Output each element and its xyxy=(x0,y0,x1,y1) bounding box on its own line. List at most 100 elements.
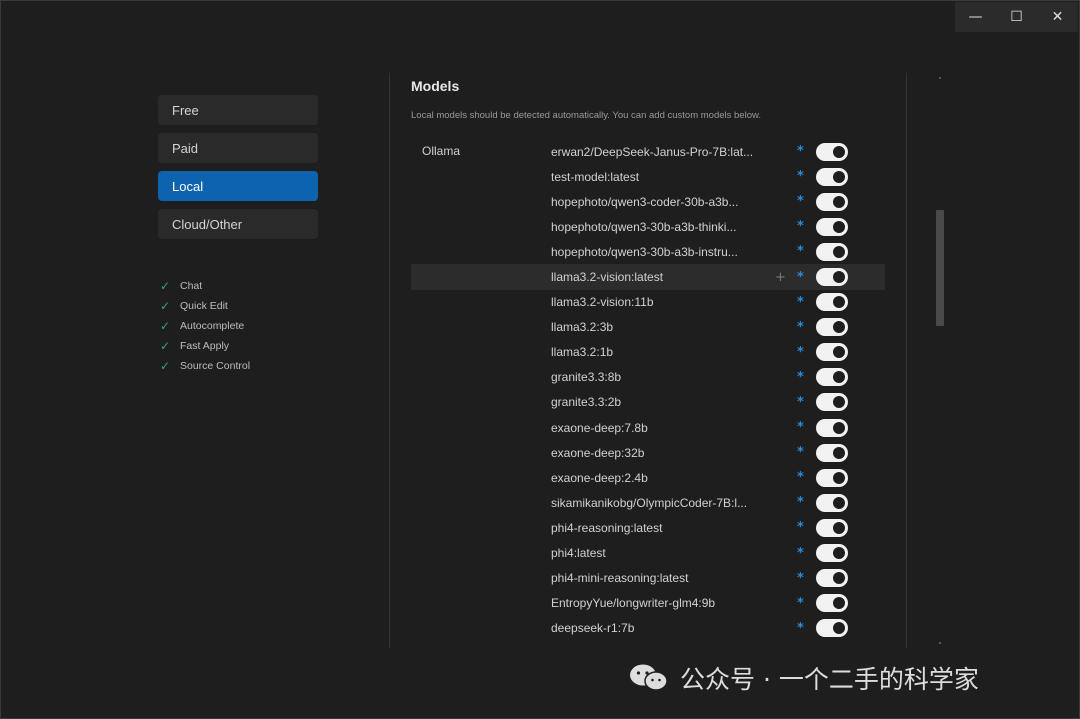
asterisk-icon[interactable]: * xyxy=(797,219,804,234)
model-name: phi4:latest xyxy=(551,546,606,561)
model-row[interactable]: hopephoto/qwen3-30b-a3b-instru... * xyxy=(411,239,885,264)
asterisk-icon[interactable]: * xyxy=(797,445,804,460)
model-toggle[interactable] xyxy=(816,318,848,337)
model-row[interactable]: granite3.3:8b * xyxy=(411,365,885,390)
check-icon: ✓ xyxy=(160,279,171,293)
model-row[interactable]: llama3.2-vision:11b * xyxy=(411,290,885,315)
asterisk-icon[interactable]: * xyxy=(797,320,804,335)
asterisk-icon[interactable]: * xyxy=(797,169,804,184)
model-toggle[interactable] xyxy=(816,242,848,261)
model-name: llama3.2-vision:11b xyxy=(551,295,654,310)
model-toggle[interactable] xyxy=(816,443,848,462)
model-row[interactable]: hopephoto/qwen3-30b-a3b-thinki... * xyxy=(411,214,885,239)
model-toggle[interactable] xyxy=(816,192,848,211)
model-toggle[interactable] xyxy=(816,468,848,487)
maximize-button[interactable]: ☐ xyxy=(996,2,1037,32)
model-toggle[interactable] xyxy=(816,619,848,638)
model-name: hopephoto/qwen3-coder-30b-a3b... xyxy=(551,194,739,209)
tab-paid[interactable]: Paid xyxy=(158,133,318,163)
asterisk-icon[interactable]: * xyxy=(797,370,804,385)
model-toggle[interactable] xyxy=(816,343,848,362)
model-row[interactable]: phi4-mini-reasoning:latest * xyxy=(411,566,885,591)
asterisk-icon[interactable]: * xyxy=(797,345,804,360)
model-toggle[interactable] xyxy=(816,217,848,236)
asterisk-icon[interactable]: * xyxy=(797,295,804,310)
asterisk-icon[interactable]: * xyxy=(797,571,804,586)
page-description: Local models should be detected automati… xyxy=(411,110,761,121)
model-row[interactable]: llama3.2:3b * xyxy=(411,315,885,340)
check-icon: ✓ xyxy=(160,319,171,333)
model-row[interactable]: sikamikanikobg/OlympicCoder-7B:l... * xyxy=(411,490,885,515)
model-name: hopephoto/qwen3-30b-a3b-instru... xyxy=(551,244,738,259)
model-toggle[interactable] xyxy=(816,368,848,387)
model-name: exaone-deep:2.4b xyxy=(551,470,648,485)
asterisk-icon[interactable]: * xyxy=(797,495,804,510)
model-toggle[interactable] xyxy=(816,418,848,437)
scrollbar-thumb[interactable] xyxy=(936,210,944,326)
feature-item: ✓ Fast Apply xyxy=(160,336,250,356)
wechat-icon xyxy=(630,664,668,691)
scrollbar-track[interactable] xyxy=(936,77,944,643)
feature-label: Quick Edit xyxy=(180,300,228,312)
asterisk-icon[interactable]: * xyxy=(797,244,804,259)
page-title: Models xyxy=(411,78,460,94)
model-row[interactable]: phi4-reasoning:latest * xyxy=(411,515,885,540)
model-row[interactable]: erwan2/DeepSeek-Janus-Pro-7B:lat... * xyxy=(411,139,885,164)
asterisk-icon[interactable]: * xyxy=(797,270,804,285)
model-name: test-model:latest xyxy=(551,169,640,184)
check-icon: ✓ xyxy=(160,299,171,313)
model-name: phi4-mini-reasoning:latest xyxy=(551,571,689,586)
model-row[interactable]: EntropyYue/longwriter-glm4:9b * xyxy=(411,591,885,616)
window-controls: — ☐ ✕ xyxy=(955,2,1078,32)
scroll-up-indicator xyxy=(939,77,941,79)
model-name: granite3.3:8b xyxy=(551,370,622,385)
model-row[interactable]: hopephoto/qwen3-coder-30b-a3b... * xyxy=(411,189,885,214)
tab-local[interactable]: Local xyxy=(158,171,318,201)
close-button[interactable]: ✕ xyxy=(1037,2,1078,32)
tab-cloud-other[interactable]: Cloud/Other xyxy=(158,209,318,239)
check-icon: ✓ xyxy=(160,339,171,353)
model-row[interactable]: llama3.2-vision:latest + * xyxy=(411,264,885,290)
model-toggle[interactable] xyxy=(816,167,848,186)
add-icon[interactable]: + xyxy=(775,270,786,285)
model-row[interactable]: granite3.3:2b * xyxy=(411,390,885,415)
model-toggle[interactable] xyxy=(816,393,848,412)
model-toggle[interactable] xyxy=(816,493,848,512)
asterisk-icon[interactable]: * xyxy=(797,621,804,636)
model-toggle[interactable] xyxy=(816,594,848,613)
asterisk-icon[interactable]: * xyxy=(797,194,804,209)
model-toggle[interactable] xyxy=(816,544,848,563)
asterisk-icon[interactable]: * xyxy=(797,546,804,561)
feature-label: Source Control xyxy=(180,360,251,372)
minimize-button[interactable]: — xyxy=(955,2,996,32)
model-row[interactable]: deepseek-r1:7b * xyxy=(411,616,885,641)
model-row[interactable]: exaone-deep:32b * xyxy=(411,440,885,465)
asterisk-icon[interactable]: * xyxy=(797,470,804,485)
asterisk-icon[interactable]: * xyxy=(797,520,804,535)
model-row[interactable]: exaone-deep:7.8b * xyxy=(411,415,885,440)
check-icon: ✓ xyxy=(160,359,171,373)
model-row[interactable]: llama3.2:1b * xyxy=(411,340,885,365)
model-row[interactable]: exaone-deep:2.4b * xyxy=(411,465,885,490)
feature-item: ✓ Chat xyxy=(160,276,250,296)
asterisk-icon[interactable]: * xyxy=(797,596,804,611)
asterisk-icon[interactable]: * xyxy=(797,395,804,410)
watermark-text: 公众号 · 一个二手的科学家 xyxy=(680,665,979,694)
model-row[interactable]: test-model:latest * xyxy=(411,164,885,189)
model-name: phi4-reasoning:latest xyxy=(551,520,663,535)
model-name: exaone-deep:7.8b xyxy=(551,420,648,435)
model-toggle[interactable] xyxy=(816,268,848,287)
app-window: — ☐ ✕ Free Paid Local Cloud/Other ✓ Chat ✓ Qui… xyxy=(0,0,1080,719)
model-row[interactable]: phi4:latest * xyxy=(411,541,885,566)
model-name: llama3.2-vision:latest xyxy=(551,270,664,285)
model-toggle[interactable] xyxy=(816,518,848,537)
model-toggle[interactable] xyxy=(816,569,848,588)
model-name: EntropyYue/longwriter-glm4:9b xyxy=(551,596,716,611)
model-toggle[interactable] xyxy=(816,293,848,312)
asterisk-icon[interactable]: * xyxy=(797,144,804,159)
model-toggle[interactable] xyxy=(816,142,848,161)
asterisk-icon[interactable]: * xyxy=(797,420,804,435)
feature-label: Chat xyxy=(180,280,203,292)
model-name: granite3.3:2b xyxy=(551,395,622,410)
tab-free[interactable]: Free xyxy=(158,95,318,125)
